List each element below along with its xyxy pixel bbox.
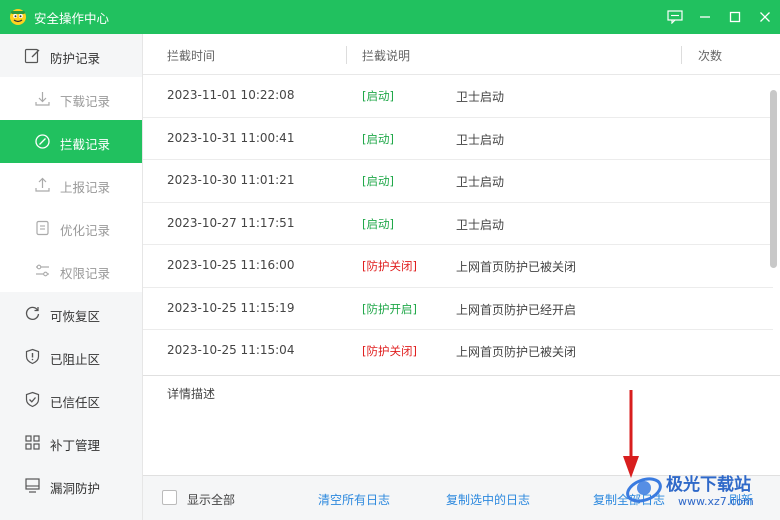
sidebar: 防护记录 下载记录 拦截记录 上报记录 优化记录 权限记录 可恢复区 已阻止区 … [0,34,143,520]
row-desc: 上网首页防护已被关闭 [456,260,577,274]
sidebar-item-label: 上报记录 [60,180,111,195]
row-status: [启动] [362,89,394,103]
sidebar-item-trusted-zone[interactable]: 已信任区 [0,378,142,421]
shield-check-icon [24,391,41,408]
title-bar: 安全操作中心 [0,0,780,34]
edit-icon [24,47,41,64]
close-button[interactable] [750,0,780,34]
detail-label: 详情描述 [167,387,216,401]
sidebar-item-download-records[interactable]: 下载记录 [0,77,142,120]
detail-pane: 详情描述 [143,375,780,475]
table-row[interactable]: 2023-10-25 11:15:04 [防护关闭] 上网首页防护已被关闭 [143,330,773,373]
upload-icon [34,176,51,193]
sidebar-item-label: 下载记录 [60,94,111,109]
watermark-logo-icon [626,477,662,503]
sidebar-item-label: 漏洞防护 [50,481,101,496]
table-row[interactable]: 2023-10-31 11:00:41 [启动] 卫士启动 [143,118,773,160]
row-time: 2023-10-25 11:15:04 [167,343,295,357]
sidebar-item-block-records[interactable]: 拦截记录 [0,120,142,163]
row-status: [启动] [362,174,394,188]
row-status: [防护关闭] [362,344,417,358]
column-divider[interactable] [346,46,347,64]
row-desc: 卫士启动 [456,217,505,232]
row-time: 2023-11-01 10:22:08 [167,88,295,102]
row-status: [防护开启] [362,301,417,316]
row-desc: 上网首页防护已被关闭 [456,345,577,359]
monitor-shield-icon [24,477,41,494]
restore-icon [24,305,41,322]
minimize-button[interactable] [690,0,720,34]
feedback-icon[interactable] [660,0,690,34]
watermark: 极光下载站 www.xz7.com [620,466,780,520]
column-header-desc[interactable]: 拦截说明 [362,47,410,64]
sidebar-item-label: 权限记录 [60,266,111,281]
sidebar-item-optimize-records[interactable]: 优化记录 [0,206,142,249]
row-time: 2023-10-25 11:15:19 [167,300,295,315]
column-header-count[interactable]: 次数 [698,47,722,64]
sidebar-item-label: 补丁管理 [50,438,101,453]
table-scrollbar[interactable] [767,34,780,376]
row-desc: 卫士启动 [456,132,505,147]
table-row[interactable]: 2023-10-27 11:17:51 [启动] 卫士启动 [143,203,773,245]
table-row[interactable]: 2023-10-25 11:15:19 [防护开启] 上网首页防护已经开启 [143,288,773,330]
sliders-icon [34,262,51,279]
copy-selected-logs-link[interactable]: 复制选中的日志 [446,491,530,508]
window-title: 安全操作中心 [34,10,110,26]
sidebar-item-permission-records[interactable]: 权限记录 [0,249,142,292]
main-panel: 拦截时间 拦截说明 次数 2023-11-01 10:22:08 [启动] 卫士… [143,34,780,520]
row-status: [防护关闭] [362,259,417,273]
table-row[interactable]: 2023-11-01 10:22:08 [启动] 卫士启动 [143,75,773,118]
app-logo-icon [9,8,27,26]
row-status: [启动] [362,131,394,146]
watermark-text: 极光下载站 [666,475,751,495]
table-row[interactable]: 2023-10-25 11:16:00 [防护关闭] 上网首页防护已被关闭 [143,245,773,288]
download-icon [34,90,51,107]
row-desc: 卫士启动 [456,175,505,189]
row-desc: 卫士启动 [456,90,505,104]
block-icon [34,133,51,150]
sidebar-item-label: 已信任区 [50,395,101,410]
sidebar-item-blocked-zone[interactable]: 已阻止区 [0,335,142,378]
row-status: [启动] [362,216,394,231]
watermark-url: www.xz7.com [678,495,754,508]
sidebar-item-label: 优化记录 [60,223,111,238]
table-header: 拦截时间 拦截说明 次数 [143,34,780,75]
clear-all-logs-link[interactable]: 清空所有日志 [318,491,390,508]
sidebar-item-label: 已阻止区 [50,352,101,367]
row-time: 2023-10-27 11:17:51 [167,215,295,230]
sidebar-item-report-records[interactable]: 上报记录 [0,163,142,206]
shield-alert-icon [24,348,41,365]
table-row[interactable]: 2023-10-30 11:01:21 [启动] 卫士启动 [143,160,773,203]
row-desc: 上网首页防护已经开启 [456,302,577,317]
sidebar-item-patch-management[interactable]: 补丁管理 [0,421,142,464]
maximize-button[interactable] [720,0,750,34]
column-header-time[interactable]: 拦截时间 [167,47,215,64]
clipboard-icon [34,219,51,236]
sidebar-item-recoverable-zone[interactable]: 可恢复区 [0,292,142,335]
scrollbar-thumb[interactable] [770,90,777,268]
sidebar-item-vulnerability-protection[interactable]: 漏洞防护 [0,464,142,507]
sidebar-item-label: 可恢复区 [50,309,101,324]
table-body: 2023-11-01 10:22:08 [启动] 卫士启动 2023-10-31… [143,75,773,375]
apps-grid-icon [24,434,41,451]
row-time: 2023-10-25 11:16:00 [167,258,295,272]
show-all-label[interactable]: 显示全部 [187,491,235,508]
sidebar-item-label: 拦截记录 [60,137,111,152]
show-all-checkbox[interactable] [162,490,177,505]
sidebar-item-protect-records[interactable]: 防护记录 [0,34,142,77]
column-divider[interactable] [681,46,682,64]
row-time: 2023-10-31 11:00:41 [167,130,295,145]
row-time: 2023-10-30 11:01:21 [167,173,295,187]
sidebar-item-label: 防护记录 [50,51,101,66]
